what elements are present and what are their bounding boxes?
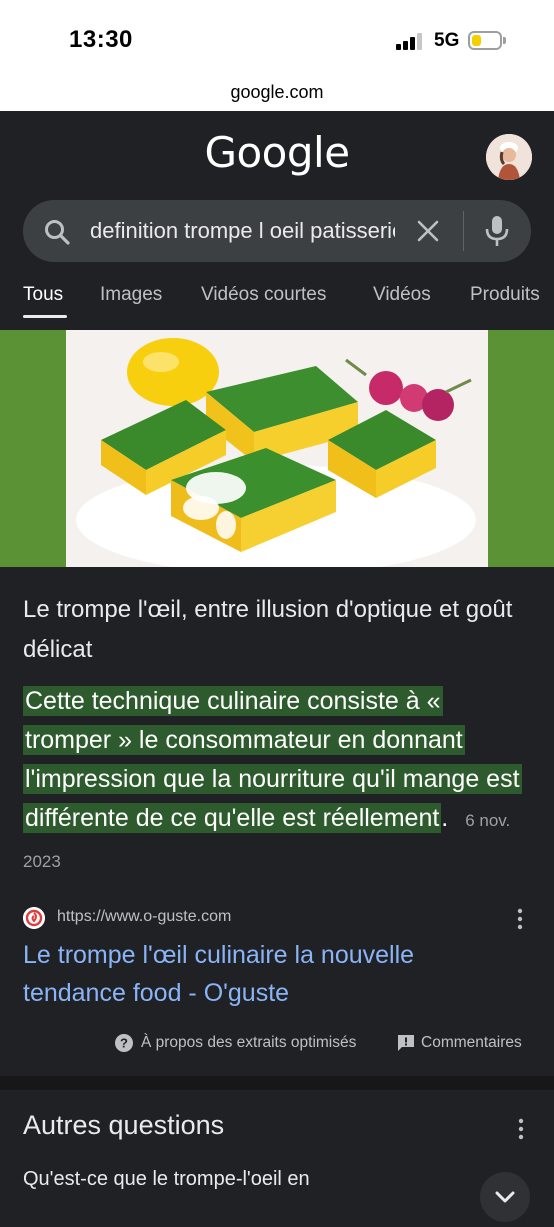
tab-videos[interactable]: Vidéos [373,284,431,306]
tab-images[interactable]: Images [100,284,162,306]
hero-image[interactable] [66,330,488,567]
search-tabs: Tous Images Vidéos courtes Vidéos Produi… [0,280,554,320]
sponge-cake-illustration [66,330,488,567]
snippet-body: Cette technique culinaire consiste à « t… [23,682,533,881]
google-logo[interactable]: Google [0,128,554,177]
active-tab-indicator [23,315,67,318]
feedback-link[interactable]: Commentaires [396,1032,536,1056]
battery-tip [503,37,506,44]
browser-url-bar[interactable]: google.com [0,80,554,111]
related-more-options-icon[interactable] [518,1118,524,1140]
expand-question-button[interactable] [480,1172,530,1222]
profile-avatar[interactable] [486,134,532,180]
section-divider [0,1076,554,1090]
related-questions-title: Autres questions [23,1110,225,1140]
more-options-icon[interactable] [517,908,523,930]
search-input[interactable] [90,200,395,262]
svg-text:?: ? [120,1036,128,1051]
snippet-body-suffix: . [441,804,449,832]
chevron-down-icon [495,1191,515,1203]
related-question-item[interactable]: Qu'est-ce que le trompe-l'oeil en [23,1168,403,1191]
search-box[interactable] [23,200,531,262]
network-type: 5G [434,30,460,51]
hero-image-banner[interactable] [0,330,554,567]
browser-url: google.com [230,82,324,102]
feedback-icon [398,1035,414,1051]
status-time: 13:30 [69,26,133,53]
search-icon[interactable] [43,218,71,246]
battery-level [472,35,481,46]
result-link[interactable]: Le trompe l'œil culinaire la nouvelle te… [23,936,523,1012]
battery-icon [468,31,502,50]
o-guste-favicon [23,907,45,929]
source-row[interactable]: https://www.o-guste.com [23,906,533,930]
status-bar: 13:30 5G [0,0,554,80]
about-snippets-label: À propos des extraits optimisés [141,1034,357,1051]
feedback-label: Commentaires [421,1034,522,1051]
search-divider [463,211,464,251]
about-snippets-link[interactable]: ? À propos des extraits optimisés [114,1032,384,1056]
snippet-title: Le trompe l'œil, entre illusion d'optiqu… [23,596,513,663]
help-icon: ? [115,1034,133,1052]
tab-tous[interactable]: Tous [23,284,63,306]
tab-produits[interactable]: Produits [470,284,540,306]
avatar-image [486,134,532,180]
source-url[interactable]: https://www.o-guste.com [57,908,231,926]
tab-videos-courtes[interactable]: Vidéos courtes [201,284,326,306]
mic-icon[interactable] [484,214,510,248]
signal-icon [396,33,424,50]
clear-icon[interactable] [415,218,441,244]
